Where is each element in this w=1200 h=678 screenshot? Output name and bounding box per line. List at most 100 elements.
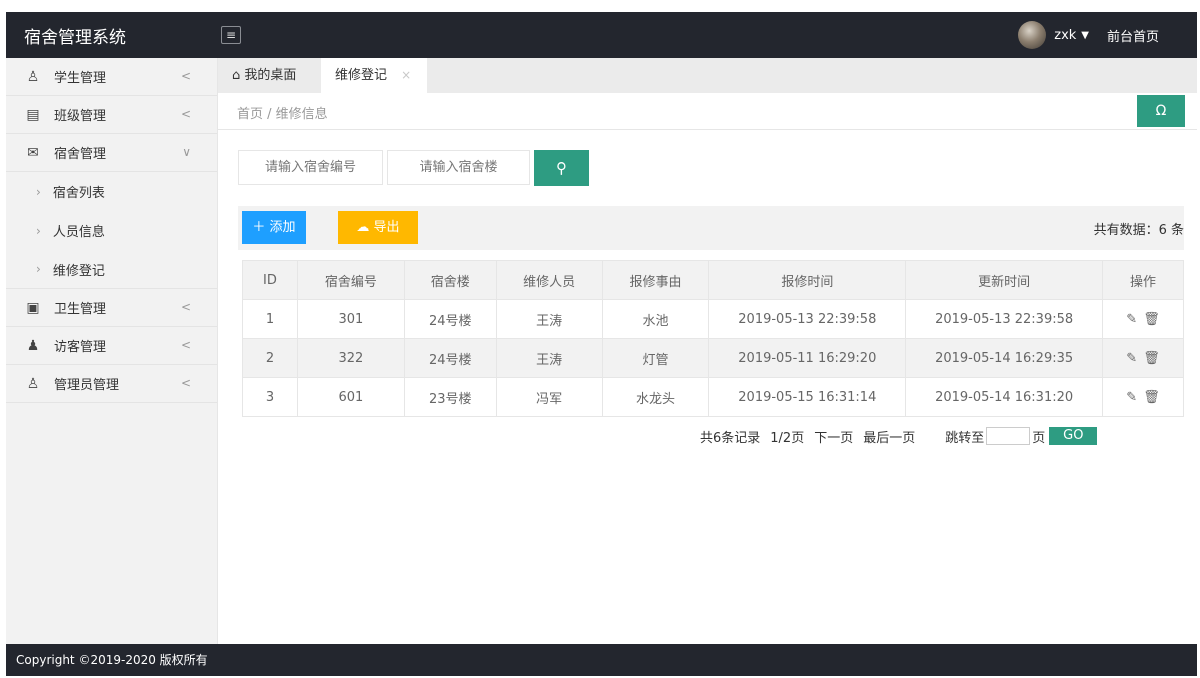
chevron-right-icon: ›: [36, 262, 41, 276]
table-cell: 2: [242, 338, 298, 378]
trash-icon[interactable]: 🗑: [1143, 351, 1160, 366]
export-button[interactable]: ☁ 导出: [338, 211, 418, 244]
row-actions: ✎ 🗑: [1102, 377, 1184, 417]
table-cell: 水池: [601, 299, 710, 339]
footer-copyright: Copyright ©2019-2020 版权所有: [6, 644, 1197, 676]
column-header: 维修人员: [495, 260, 603, 300]
dorm-number-input[interactable]: 请输入宿舍编号: [238, 150, 383, 185]
sidebar-subitem-label: 宿舍列表: [52, 186, 105, 201]
dorm-icon: ✉: [27, 144, 39, 161]
chevron-right-icon: ›: [36, 184, 41, 199]
admin-icon: ♙: [26, 375, 40, 392]
edit-icon[interactable]: ✎: [1126, 390, 1137, 405]
sidebar-subitem-label: 维修登记: [52, 263, 105, 279]
column-header: 报修时间: [708, 260, 907, 300]
table-row: 1 301 24号楼 王涛 水池 2019-05-13 22:39:58 201…: [242, 299, 1184, 339]
table-cell: 灯管: [601, 338, 710, 378]
table-cell: 322: [296, 338, 405, 378]
table-cell: 2019-05-13 22:39:58: [905, 299, 1104, 339]
sidebar-subitem-personnel[interactable]: › 人员信息: [6, 211, 217, 250]
page-number-input[interactable]: [986, 427, 1031, 445]
next-page-link[interactable]: 下一页: [814, 427, 853, 446]
column-header: 更新时间: [905, 260, 1104, 300]
table-cell: 24号楼: [403, 338, 497, 378]
chevron-left-icon: <: [180, 338, 191, 352]
table-row: 3 601 23号楼 冯军 水龙头 2019-05-15 16:31:14 20…: [242, 377, 1184, 417]
table-cell: 2019-05-14 16:31:20: [905, 377, 1104, 417]
chevron-left-icon: <: [180, 300, 191, 314]
add-button[interactable]: ＋ 添加: [242, 211, 306, 244]
table-cell: 24号楼: [403, 299, 497, 339]
trash-icon[interactable]: 🗑: [1143, 390, 1160, 405]
sidebar-item-visitors[interactable]: ♟ 访客管理 <: [6, 327, 217, 365]
search-button[interactable]: ⚲: [534, 150, 589, 186]
refresh-icon: Ω: [1155, 103, 1167, 119]
column-header: 报修事由: [601, 260, 710, 300]
search-icon: ⚲: [556, 159, 567, 177]
total-count: 共有数据：6 条: [1093, 223, 1184, 238]
repair-table: ID 宿舍编号 宿舍楼 维修人员 报修事由 报修时间 更新时间 操作 1 301…: [242, 260, 1184, 417]
table-cell: 3: [242, 377, 298, 417]
edit-icon[interactable]: ✎: [1126, 312, 1137, 327]
sidebar-item-dorms[interactable]: ✉ 宿舍管理 ∨: [6, 134, 217, 172]
row-actions: ✎ 🗑: [1102, 299, 1184, 339]
sidebar-item-label: 班级管理: [54, 109, 107, 124]
tab-label: 我的桌面: [244, 68, 297, 83]
health-icon: ▣: [26, 299, 40, 316]
sidebar-item-classes[interactable]: ▤ 班级管理 <: [6, 96, 217, 134]
column-header: 操作: [1102, 260, 1184, 300]
tab-label: 维修登记: [335, 68, 388, 83]
page-unit-label: 页: [1032, 430, 1046, 446]
caret-down-icon[interactable]: ▼: [1081, 30, 1089, 41]
table-cell: 2019-05-15 16:31:14: [708, 377, 907, 417]
column-header: 宿舍编号: [296, 260, 405, 300]
chevron-left-icon: <: [180, 376, 191, 390]
sidebar-item-hygiene[interactable]: ▣ 卫生管理 <: [6, 289, 217, 327]
page-info: 1/2页: [770, 430, 805, 446]
sidebar-item-students[interactable]: ♙ 学生管理 <: [6, 58, 217, 96]
table-header-row: ID 宿舍编号 宿舍楼 维修人员 报修事由 报修时间 更新时间 操作: [242, 260, 1184, 300]
sidebar-item-label: 访客管理: [54, 340, 107, 355]
table-cell: 2019-05-11 16:29:20: [708, 338, 907, 378]
menu-toggle-icon[interactable]: ≡: [221, 26, 241, 44]
trash-icon[interactable]: 🗑: [1143, 312, 1160, 327]
avatar[interactable]: [1018, 21, 1047, 49]
user-menu[interactable]: zxk ▼: [1018, 21, 1089, 49]
sidebar-item-label: 宿舍管理: [54, 147, 107, 162]
chevron-left-icon: <: [180, 69, 191, 83]
tab-desktop[interactable]: ⌂ 我的桌面: [232, 58, 296, 93]
last-page-link[interactable]: 最后一页: [863, 427, 915, 446]
go-button[interactable]: GO: [1049, 427, 1098, 445]
record-count: 共6条记录: [700, 430, 761, 446]
app-title: 宿舍管理系统: [24, 28, 126, 48]
close-icon[interactable]: ×: [401, 68, 411, 82]
table-cell: 2019-05-13 22:39:58: [708, 299, 907, 339]
top-header: 宿舍管理系统 ≡ zxk ▼ 前台首页: [6, 12, 1197, 58]
front-home-link[interactable]: 前台首页: [1107, 26, 1159, 45]
tab-bar: ⌂ 我的桌面 维修登记 ×: [218, 58, 1197, 93]
sidebar-item-label: 管理员管理: [54, 378, 120, 393]
sidebar-subitem-dorm-list[interactable]: › 宿舍列表: [6, 172, 217, 211]
breadcrumb-bar: 首页 / 维修信息 Ω: [218, 93, 1197, 130]
app-frame: 宿舍管理系统 ≡ zxk ▼ 前台首页 ♙ 学生管理 < ▤ 班级管理 < ✉ …: [6, 12, 1197, 676]
table-cell: 王涛: [495, 299, 603, 339]
table-cell: 水龙头: [601, 377, 710, 417]
toolbar: ＋ 添加 ☁ 导出 共有数据：6 条: [238, 206, 1184, 250]
refresh-button[interactable]: Ω: [1137, 95, 1185, 127]
table-cell: 2019-05-14 16:29:35: [905, 338, 1104, 378]
breadcrumb: 首页 / 维修信息: [237, 107, 328, 122]
table-row: 2 322 24号楼 王涛 灯管 2019-05-11 16:29:20 201…: [242, 338, 1184, 378]
row-actions: ✎ 🗑: [1102, 338, 1184, 378]
edit-icon[interactable]: ✎: [1126, 351, 1137, 366]
chevron-down-icon: ∨: [182, 145, 191, 159]
sidebar-item-label: 卫生管理: [54, 302, 107, 317]
jump-to-label: 跳转至: [945, 430, 985, 446]
dorm-building-input[interactable]: 请输入宿舍楼: [387, 150, 530, 185]
table-cell: 冯军: [495, 377, 603, 417]
username[interactable]: zxk: [1054, 28, 1076, 43]
sidebar-item-admins[interactable]: ♙ 管理员管理 <: [6, 365, 217, 403]
table-cell: 王涛: [495, 338, 603, 378]
tab-repair-register[interactable]: 维修登记 ×: [321, 58, 427, 93]
sidebar-subitem-repairs[interactable]: › 维修登记: [6, 250, 217, 289]
table-cell: 23号楼: [403, 377, 497, 417]
